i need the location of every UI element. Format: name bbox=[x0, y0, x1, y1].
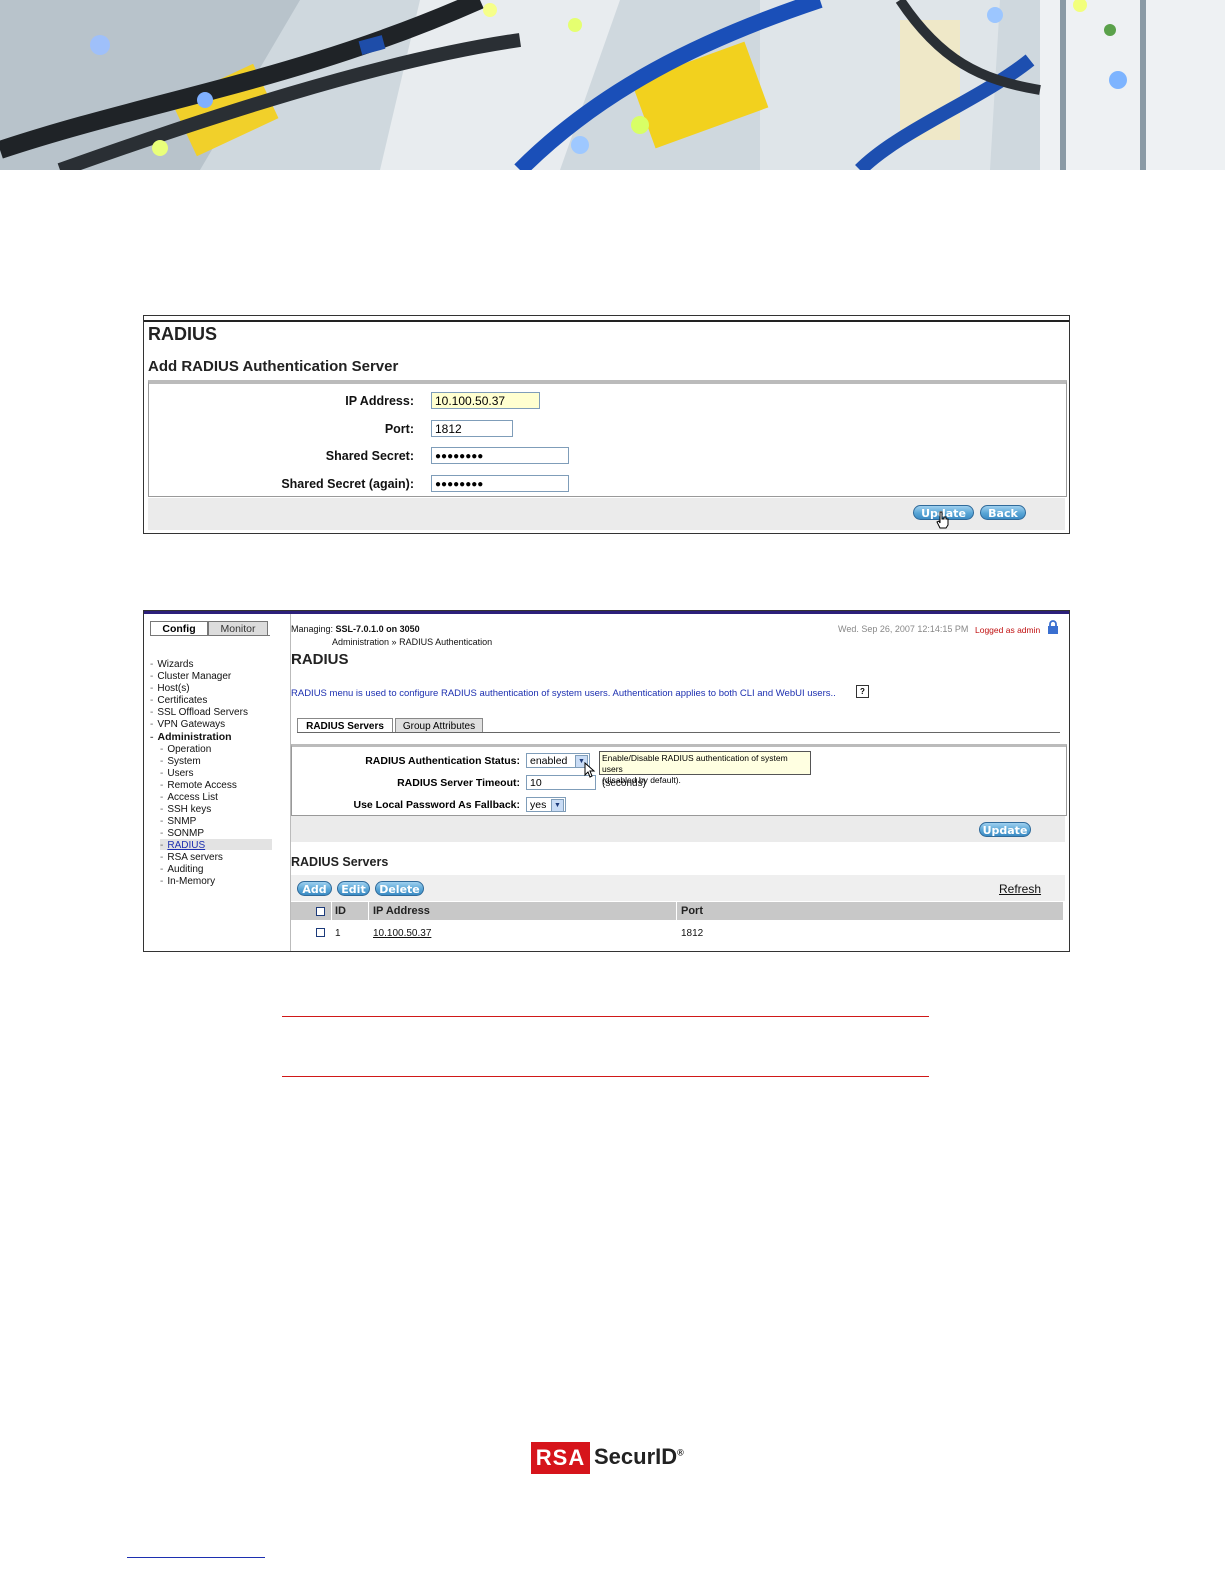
sidebar-item-in-memory[interactable]: - In-Memory bbox=[160, 876, 215, 887]
breadcrumb: Administration » RADIUS Authentication bbox=[332, 637, 493, 647]
shared-secret-input[interactable]: ●●●●●●●● bbox=[431, 447, 569, 464]
server-rack-photo bbox=[0, 0, 1225, 170]
cell-ip-address-link[interactable]: 10.100.50.37 bbox=[373, 928, 431, 939]
securid-wordmark: SecurID® bbox=[594, 1444, 684, 1469]
sidebar-item-vpn-gateways[interactable]: - VPN Gateways bbox=[150, 719, 225, 730]
add-button[interactable]: Add bbox=[297, 881, 332, 896]
servers-heading: RADIUS Servers bbox=[291, 855, 389, 869]
hand-cursor-icon bbox=[936, 511, 949, 529]
back-button[interactable]: Back bbox=[980, 505, 1026, 520]
page-description: RADIUS menu is used to configure RADIUS … bbox=[291, 688, 836, 699]
tab-underline bbox=[297, 732, 1060, 733]
cell-port: 1812 bbox=[681, 928, 704, 939]
sidebar-item-hosts[interactable]: - Host(s) bbox=[150, 683, 190, 694]
add-radius-server-screenshot: RADIUS Add RADIUS Authentication Server … bbox=[143, 315, 1070, 534]
sidebar-item-users[interactable]: - Users bbox=[160, 768, 193, 779]
column-divider bbox=[676, 902, 677, 920]
rsa-logo-mark: RSA bbox=[531, 1442, 590, 1474]
server-timeout-label: RADIUS Server Timeout: bbox=[397, 777, 520, 789]
column-header-id[interactable]: ID bbox=[335, 905, 346, 917]
sidebar-item-radius[interactable]: - RADIUS bbox=[160, 840, 205, 851]
page-title: RADIUS bbox=[148, 324, 218, 344]
footer-link-underline bbox=[127, 1557, 265, 1558]
tab-radius-servers[interactable]: RADIUS Servers bbox=[297, 718, 393, 733]
row-checkbox[interactable] bbox=[316, 928, 325, 937]
edit-button[interactable]: Edit bbox=[337, 881, 370, 896]
page-title: RADIUS bbox=[291, 651, 349, 668]
update-button[interactable]: Update bbox=[979, 822, 1031, 837]
breadcrumb-leaf: RADIUS Authentication bbox=[399, 637, 493, 647]
shared-secret-again-input[interactable]: ●●●●●●●● bbox=[431, 475, 569, 492]
chevron-down-icon: ▼ bbox=[551, 799, 564, 812]
breadcrumb-root[interactable]: Administration bbox=[332, 637, 389, 647]
sidebar-item-rsa-servers[interactable]: - RSA servers bbox=[160, 852, 223, 863]
red-divider-top bbox=[282, 1016, 929, 1017]
sidebar-item-access-list[interactable]: - Access List bbox=[160, 792, 218, 803]
column-header-port[interactable]: Port bbox=[681, 905, 703, 917]
servers-table-header: ID IP Address Port bbox=[291, 902, 1063, 920]
sidebar-item-cluster-manager[interactable]: - Cluster Manager bbox=[150, 671, 231, 682]
select-all-checkbox[interactable] bbox=[316, 907, 325, 916]
auth-status-select[interactable]: enabled ▼ bbox=[526, 753, 590, 768]
sidebar-item-sonmp[interactable]: - SONMP bbox=[160, 828, 204, 839]
datetime: Wed. Sep 26, 2007 12:14:15 PM bbox=[838, 624, 969, 634]
sidebar-item-ssl-offload-servers[interactable]: - SSL Offload Servers bbox=[150, 707, 248, 718]
tab-group-attributes[interactable]: Group Attributes bbox=[395, 718, 483, 733]
sidebar-item-ssh-keys[interactable]: - SSH keys bbox=[160, 804, 211, 815]
cell-id: 1 bbox=[335, 928, 341, 939]
delete-button[interactable]: Delete bbox=[375, 881, 424, 896]
form-heading: Add RADIUS Authentication Server bbox=[148, 358, 399, 375]
tab-monitor[interactable]: Monitor bbox=[208, 621, 268, 636]
auth-status-label: RADIUS Authentication Status: bbox=[365, 755, 520, 767]
port-label: Port: bbox=[384, 422, 414, 436]
sidebar-item-administration[interactable]: - Administration bbox=[150, 731, 232, 743]
help-icon[interactable]: ? bbox=[856, 685, 869, 698]
top-rule bbox=[144, 320, 1069, 322]
fallback-label: Use Local Password As Fallback: bbox=[353, 799, 520, 811]
fallback-select[interactable]: yes ▼ bbox=[526, 797, 566, 812]
shared-secret-label: Shared Secret: bbox=[325, 449, 414, 463]
port-input[interactable]: 1812 bbox=[431, 420, 513, 437]
red-divider-bottom bbox=[282, 1076, 929, 1077]
form-footer: Update bbox=[291, 816, 1065, 842]
sidebar-item-remote-access[interactable]: - Remote Access bbox=[160, 780, 237, 791]
logged-as-status: Logged as admin bbox=[975, 625, 1041, 635]
column-header-ip-address[interactable]: IP Address bbox=[373, 905, 430, 917]
sidebar-item-snmp[interactable]: - SNMP bbox=[160, 816, 196, 827]
main-content: Managing: SSL-7.0.1.0 on 3050 Administra… bbox=[291, 614, 1069, 951]
tab-underline bbox=[150, 635, 270, 636]
sidebar-item-auditing[interactable]: - Auditing bbox=[160, 864, 203, 875]
tooltip: Enable/Disable RADIUS authentication of … bbox=[599, 751, 811, 785]
ip-address-label: IP Address: bbox=[345, 394, 414, 408]
lock-icon[interactable] bbox=[1047, 620, 1059, 634]
shared-secret-again-label: Shared Secret (again): bbox=[281, 477, 414, 491]
form-footer: Update Back bbox=[148, 498, 1065, 530]
column-divider bbox=[368, 902, 369, 920]
tab-config[interactable]: Config bbox=[150, 621, 208, 636]
managing-info: Managing: SSL-7.0.1.0 on 3050 bbox=[291, 624, 420, 634]
column-divider bbox=[331, 902, 332, 920]
radius-config-screenshot: Config Monitor - Wizards - Cluster Manager… bbox=[143, 610, 1070, 952]
refresh-link[interactable]: Refresh bbox=[999, 882, 1041, 896]
sidebar-item-operation[interactable]: - Operation bbox=[160, 744, 211, 755]
sidebar-item-wizards[interactable]: - Wizards bbox=[150, 659, 193, 670]
server-form: IP Address: 10.100.50.37 Port: 1812 Shar… bbox=[148, 380, 1067, 497]
header-banner-photo bbox=[0, 0, 1225, 170]
sidebar-item-certificates[interactable]: - Certificates bbox=[150, 695, 207, 706]
servers-toolbar: Add Edit Delete bbox=[291, 875, 1065, 901]
sidebar-item-system[interactable]: - System bbox=[160, 756, 201, 767]
ip-address-input[interactable]: 10.100.50.37 bbox=[431, 392, 540, 409]
sidebar: Config Monitor - Wizards - Cluster Manager… bbox=[144, 614, 291, 951]
arrow-cursor-icon bbox=[584, 762, 596, 778]
